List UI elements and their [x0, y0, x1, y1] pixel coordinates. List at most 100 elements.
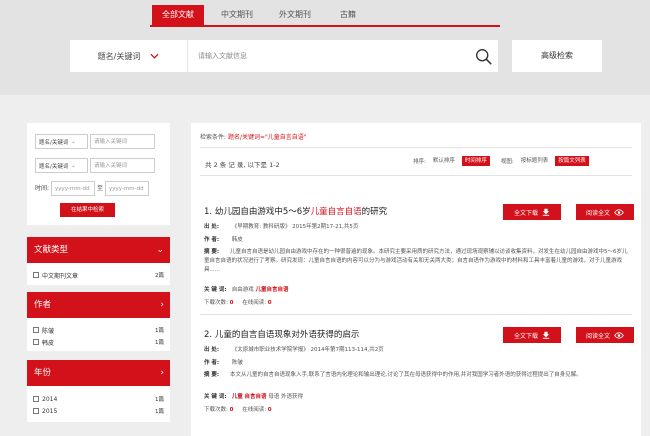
abstract-row: 摘 要: 本文从儿童的自言自语现象入手,联系了言语内化理论和输出理论,讨论了其在母…	[204, 371, 629, 380]
keyword-link[interactable]: 儿童	[232, 394, 243, 400]
facet-item[interactable]: 2014 1篇	[33, 394, 164, 404]
facet-header-year[interactable]: 年份 ›	[27, 360, 170, 386]
facet-item-label: 2015	[42, 407, 58, 415]
keyword-link[interactable]: 外语获得	[281, 394, 303, 400]
author-link[interactable]: 韩皮	[232, 237, 243, 243]
chevron-down-icon: ⌄	[71, 138, 76, 145]
reads-label: 在线阅读:	[242, 407, 267, 413]
source-value[interactable]: 《太原城市职业技术学院学报》 2014年第7期113-114,共2页	[232, 347, 384, 353]
result-title-1[interactable]: 1. 幼儿园自由游戏中5～6岁儿童自言自语的研究	[204, 205, 387, 217]
keywords-row: 关 键 词: 儿童 自言自语 母语 外语获得	[204, 392, 303, 400]
tab-underline	[150, 25, 500, 27]
download-label: 全文下载	[513, 332, 538, 340]
reads-count: 0	[267, 300, 272, 306]
criteria-label: 检索条件:	[200, 134, 227, 141]
download-fulltext-button[interactable]: 全文下载	[503, 204, 561, 220]
advanced-search-button[interactable]: 高级检索	[512, 40, 602, 72]
facet-item[interactable]: 2015 1篇	[33, 406, 164, 416]
download-icon	[542, 208, 550, 216]
title-highlight: 儿童自言自语	[310, 207, 362, 217]
view-label: 视图:	[500, 159, 514, 165]
tab-foreign-journals[interactable]: 外文期刊	[270, 5, 320, 25]
facet-item[interactable]: 陈皱 1篇	[33, 325, 164, 335]
result-number: 1.	[204, 207, 213, 217]
abstract-label: 摘 要:	[204, 372, 220, 378]
facet-item[interactable]: 中文期刊文章 2篇	[33, 270, 164, 280]
time-label: 时间:	[35, 185, 50, 192]
result-count: 共 2 条 记 录, 以下是 1-2	[205, 161, 280, 169]
title-text: 的研究	[361, 207, 388, 217]
keyword-link[interactable]: 母语	[268, 394, 279, 400]
view-full-list-button[interactable]: 按篇文列表	[555, 156, 589, 166]
search-field-select[interactable]: 题名/关键词	[70, 40, 188, 72]
reads-label: 在线阅读:	[242, 300, 267, 306]
source-label: 出 处:	[204, 347, 220, 353]
checkbox[interactable]	[33, 396, 39, 402]
sort-default-button[interactable]: 默认排序	[430, 156, 458, 166]
facet-title: 作者	[34, 300, 52, 310]
keyword-link[interactable]: 自由游戏	[232, 287, 254, 293]
downloads-count: 0	[229, 300, 234, 306]
author-link[interactable]: 陈皱	[232, 360, 243, 366]
tab-ancient-books[interactable]: 古籍	[320, 5, 376, 25]
reads-count: 0	[267, 407, 272, 413]
chevron-down-icon	[150, 53, 159, 59]
facet-body-doc-type: 中文期刊文章 2篇	[27, 263, 170, 285]
divider	[200, 147, 632, 148]
search-input[interactable]	[188, 40, 468, 72]
eye-icon	[614, 331, 624, 339]
read-label: 阅读全文	[585, 209, 610, 217]
facet-title: 文献类型	[34, 245, 69, 255]
search-button[interactable]	[468, 40, 498, 72]
result-title-2[interactable]: 2. 儿童的自言自语现象对外语获得的启示	[204, 328, 359, 340]
chevron-down-icon: ⌄	[71, 162, 76, 169]
date-separator: 至	[97, 185, 104, 192]
sort-time-button[interactable]: 时间排序	[461, 156, 490, 166]
facet-body-year: 2014 1篇 2015 1篇	[27, 386, 170, 422]
facet-item-count: 2篇	[155, 273, 164, 279]
title-text: 幼儿园自由游戏中5～6岁	[214, 207, 311, 217]
checkbox[interactable]	[33, 408, 39, 414]
source-value[interactable]: 《早期教育: 教科研版》 2015年第2期17-21,共5页	[232, 224, 359, 230]
divider	[200, 175, 632, 176]
date-to-input[interactable]	[105, 181, 150, 196]
abstract-row: 摘 要: 儿童自言自语是幼儿园自由游戏中存在的一种很普遍的现象。本研究主要采用质的…	[204, 248, 629, 275]
read-fulltext-button[interactable]: 阅读全文	[576, 204, 634, 220]
chevron-right-icon: ›	[160, 368, 164, 378]
source-row: 出 处: 《早期教育: 教科研版》 2015年第2期17-21,共5页	[204, 222, 358, 230]
checkbox[interactable]	[33, 327, 39, 333]
filter-keyword-input-1[interactable]	[90, 134, 155, 149]
download-fulltext-button[interactable]: 全文下载	[503, 327, 561, 343]
search-field-label: 题名/关键词	[97, 51, 141, 61]
facet-item-label: 韩皮	[42, 339, 55, 347]
title-text: 儿童的自言自语现象对外语获得的启示	[214, 330, 360, 340]
filter-field-select-1[interactable]: 题名/关键词 ⌄	[35, 134, 88, 149]
keywords-label: 关 键 词:	[204, 394, 227, 400]
tab-all-documents[interactable]: 全部文献	[152, 5, 204, 25]
tab-chinese-journals[interactable]: 中文期刊	[204, 5, 270, 25]
read-fulltext-button[interactable]: 阅读全文	[576, 327, 634, 343]
facet-title: 年份	[34, 368, 52, 378]
checkbox[interactable]	[33, 272, 39, 278]
download-icon	[542, 331, 550, 339]
search-in-results-button[interactable]: 在结果中检索	[60, 203, 115, 217]
facet-item[interactable]: 韩皮 1篇	[33, 337, 164, 347]
criteria-value: 题名/关键词="儿童自言自语"	[227, 134, 307, 141]
abstract-text: 本文从儿童的自言自语现象入手,联系了言语内化理论和输出理论,讨论了其在母语获得中…	[230, 372, 582, 378]
search-criteria: 检索条件: 题名/关键词="儿童自言自语"	[200, 132, 307, 141]
filter-field-label-1: 题名/关键词	[39, 139, 69, 146]
view-title-list-button[interactable]: 按标题列表	[518, 156, 552, 166]
keyword-link[interactable]: 自言自语	[245, 394, 267, 400]
sort-view-bar: 排序: 默认排序 时间排序 视图: 按标题列表 按篇文列表	[413, 156, 589, 166]
checkbox[interactable]	[33, 339, 39, 345]
keyword-link[interactable]: 儿童自言自语	[256, 287, 289, 293]
facet-header-author[interactable]: 作者 ›	[27, 292, 170, 318]
facet-header-doc-type[interactable]: 文献类型 ⌄	[27, 237, 170, 263]
date-from-input[interactable]	[51, 181, 96, 196]
filter-keyword-input-2[interactable]	[90, 158, 155, 173]
facet-item-label: 2014	[42, 395, 58, 403]
filter-field-label-2: 题名/关键词	[39, 163, 69, 170]
downloads-label: 下载次数:	[204, 300, 228, 306]
abstract-label: 摘 要:	[204, 249, 220, 255]
filter-field-select-2[interactable]: 题名/关键词 ⌄	[35, 158, 88, 173]
